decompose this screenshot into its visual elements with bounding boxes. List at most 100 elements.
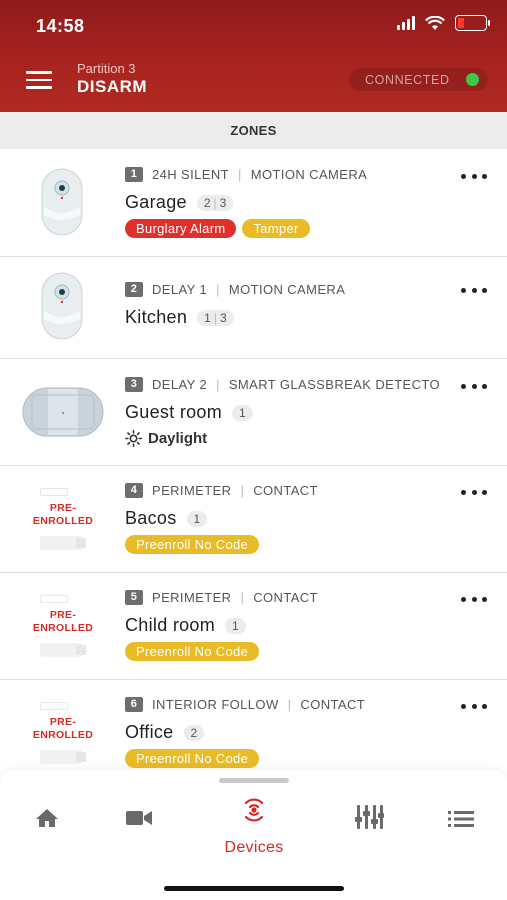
home-icon <box>36 809 58 827</box>
zone-meta: 1 24H SILENT | MOTION CAMERA <box>125 167 367 182</box>
pre-enrolled-device-image: PRE- ENROLLED <box>28 488 98 558</box>
sun-icon <box>125 430 142 447</box>
zone-name: Kitchen <box>125 307 188 327</box>
equalizer-icon <box>355 805 384 829</box>
more-options-button[interactable] <box>461 485 487 499</box>
daylight-status: Daylight <box>125 430 207 447</box>
sheet-grabber-handle[interactable] <box>219 778 289 783</box>
zone-type: PERIMETER <box>152 483 232 498</box>
chip-value: 3 <box>219 310 227 325</box>
status-time: 14:58 <box>36 16 85 36</box>
preenroll-badge: Preenroll No Code <box>125 535 260 554</box>
section-title: ZONES <box>230 123 277 138</box>
partition-chip: 1 <box>232 404 253 421</box>
pre-enrolled-device-image: PRE- ENROLLED <box>28 595 98 665</box>
more-options-button[interactable] <box>461 592 487 606</box>
zone-name: Bacos <box>125 508 177 528</box>
more-options-button[interactable] <box>461 699 487 713</box>
daylight-label: Daylight <box>148 430 208 447</box>
zone-number: 1 <box>125 167 143 182</box>
zone-name: Office <box>125 722 174 742</box>
zone-device-type: MOTION CAMERA <box>250 167 368 182</box>
zone-device-type: CONTACT <box>253 590 318 605</box>
zone-name-row: Garage 2 | 3 <box>125 192 234 213</box>
pre-enrolled-label: PRE- ENROLLED <box>32 502 94 527</box>
zone-meta: 6 INTERIOR FOLLOW | CONTACT <box>125 697 365 712</box>
glassbreak-detector-device-image <box>22 387 104 437</box>
zone-number: 5 <box>125 590 143 605</box>
partition-chip: 2 | 3 <box>196 194 234 211</box>
pre-enrolled-label: PRE- ENROLLED <box>32 609 94 634</box>
chip-value: 1 <box>232 618 239 633</box>
pre-enrolled-label: PRE- ENROLLED <box>32 716 94 741</box>
status-icons <box>397 15 490 31</box>
zone-row[interactable]: PRE- ENROLLED 4 PERIMETER | CONTACT Bacos… <box>0 466 507 573</box>
more-options-button[interactable] <box>461 283 487 297</box>
zone-number: 2 <box>125 282 143 297</box>
home-indicator[interactable] <box>164 886 344 891</box>
tab-devices[interactable]: Devices <box>214 798 294 858</box>
zone-row[interactable]: PRE- ENROLLED 5 PERIMETER | CONTACT Child… <box>0 573 507 680</box>
menu-button[interactable] <box>26 71 52 91</box>
zone-meta: 2 DELAY 1 | MOTION CAMERA <box>125 282 345 297</box>
tab-home[interactable] <box>6 798 86 858</box>
zone-row[interactable]: 2 DELAY 1 | MOTION CAMERA Kitchen 1 | 3 <box>0 257 507 359</box>
more-options-button[interactable] <box>461 379 487 393</box>
zone-number: 3 <box>125 377 143 392</box>
video-camera-icon <box>126 811 152 825</box>
zone-name-row: Bacos 1 <box>125 508 208 529</box>
tab-controls[interactable] <box>329 798 409 858</box>
chip-value: 1 <box>204 310 211 325</box>
partition-chip: 1 <box>186 510 208 527</box>
connection-indicator-dot <box>466 73 479 86</box>
zone-meta: 4 PERIMETER | CONTACT <box>125 483 318 498</box>
zone-type: 24H SILENT <box>152 167 229 182</box>
zone-device-type: CONTACT <box>300 697 366 712</box>
zone-type: DELAY 2 <box>152 377 208 392</box>
zone-type: PERIMETER <box>152 590 232 605</box>
zone-name: Garage <box>125 192 187 212</box>
tab-devices-label: Devices <box>224 839 284 856</box>
zone-tags: Preenroll No Code <box>125 642 260 661</box>
motion-camera-device-image <box>41 168 83 236</box>
devices-icon <box>244 798 264 822</box>
tab-cameras[interactable] <box>99 798 179 858</box>
zone-name-row: Guest room 1 <box>125 402 253 423</box>
bottom-tab-bar: Devices <box>0 770 507 900</box>
chip-value: 1 <box>193 511 201 526</box>
connection-status-badge: CONNECTED <box>349 68 488 91</box>
zone-row[interactable]: 3 DELAY 2 | SMART GLASSBREAK DETECTO Gue… <box>0 359 507 466</box>
wifi-icon <box>425 15 445 30</box>
zone-device-type: SMART GLASSBREAK DETECTO <box>228 377 441 392</box>
burglary-alarm-badge: Burglary Alarm <box>125 219 237 238</box>
connection-status-text: CONNECTED <box>365 72 450 87</box>
zone-device-type: MOTION CAMERA <box>228 282 346 297</box>
zone-type: INTERIOR FOLLOW <box>152 697 279 712</box>
zone-number: 6 <box>125 697 143 712</box>
zone-type: DELAY 1 <box>152 282 208 297</box>
battery-icon <box>455 15 490 31</box>
zone-row[interactable]: 1 24H SILENT | MOTION CAMERA Garage 2 | 3 … <box>0 149 507 257</box>
partition-state: DISARM <box>77 77 148 96</box>
zone-device-type: CONTACT <box>253 483 318 498</box>
chip-value: 2 <box>190 725 198 740</box>
list-icon <box>448 811 474 827</box>
zone-tags: Burglary Alarm Tamper <box>125 219 310 238</box>
partition-chip: 2 <box>183 724 205 741</box>
zone-meta: 5 PERIMETER | CONTACT <box>125 590 318 605</box>
pre-enrolled-device-image: PRE- ENROLLED <box>28 702 98 772</box>
motion-camera-device-image <box>41 272 83 340</box>
preenroll-badge: Preenroll No Code <box>125 642 260 661</box>
tab-list[interactable] <box>421 798 501 858</box>
zone-name-row: Child room 1 <box>125 615 246 636</box>
zone-name: Guest room <box>125 402 223 422</box>
chip-value: 1 <box>239 405 246 420</box>
section-header: ZONES <box>0 112 507 149</box>
chip-value: 3 <box>219 195 227 210</box>
partition-chip: 1 <box>225 617 246 634</box>
partition-chip: 1 | 3 <box>197 309 234 326</box>
zone-meta: 3 DELAY 2 | SMART GLASSBREAK DETECTO <box>125 377 453 392</box>
more-options-button[interactable] <box>461 169 487 183</box>
partition-label: Partition 3 <box>77 61 136 76</box>
app-header: 14:58 Partition 3 DISARM CONNECTED <box>0 0 507 112</box>
